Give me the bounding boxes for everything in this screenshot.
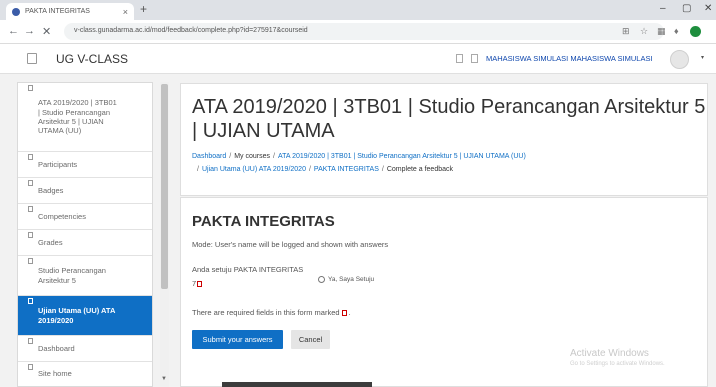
sidebar-item-studio[interactable]: Studio Perancangan Arsitektur 5 — [18, 256, 152, 296]
home-icon — [28, 364, 33, 370]
required-note: There are required fields in this form m… — [192, 308, 351, 317]
cancel-button[interactable]: Cancel — [291, 330, 330, 349]
folder-icon — [28, 298, 33, 304]
users-icon — [28, 154, 33, 160]
user-name[interactable]: MAHASISWA SIMULASI MAHASISWA SIMULASI — [486, 54, 653, 63]
forward-icon[interactable]: → — [24, 25, 35, 37]
sidebar-item-label: Site home — [38, 369, 72, 379]
favicon-icon — [12, 7, 20, 16]
minimize-icon[interactable]: – — [660, 3, 666, 14]
url-field[interactable]: v-class.gunadarma.ac.id/mod/feedback/com… — [64, 23, 664, 40]
agree-radio-label: Ya, Saya Setuju — [328, 276, 375, 283]
extension-icon[interactable]: ▦ — [657, 26, 666, 37]
sidebar-item-label: ATA 2019/2020 | 3TB01 | Studio Perancang… — [38, 98, 117, 136]
sidebar-item-ujian-utama[interactable]: Ujian Utama (UU) ATA 2019/2020 — [18, 296, 152, 336]
question-label: Anda setuju PAKTA INTEGRITAS — [192, 265, 304, 274]
required-icon — [341, 310, 347, 317]
new-tab-button[interactable]: + — [140, 2, 147, 16]
submit-button[interactable]: Submit your answers — [192, 330, 283, 349]
breadcrumb-separator: / — [273, 153, 275, 160]
sidebar-item-participants[interactable]: Participants — [18, 152, 152, 178]
avatar[interactable] — [670, 50, 689, 69]
profile-icon[interactable] — [690, 26, 701, 37]
site-brand[interactable]: UG V-CLASS — [56, 52, 128, 66]
puzzle-icon[interactable]: ♦ — [674, 26, 679, 36]
drawer-scrollbar-thumb[interactable] — [161, 84, 168, 289]
breadcrumb: Dashboard / My courses / ATA 2019/2020 | 3TB… — [192, 153, 526, 160]
dashboard-icon — [28, 338, 33, 344]
required-note-text: There are required fields in this form m… — [192, 308, 340, 317]
translate-icon[interactable]: ⊞ — [622, 26, 630, 37]
breadcrumb-current: Complete a feedback — [386, 166, 453, 173]
breadcrumb-separator: / — [308, 166, 311, 173]
window-close-icon[interactable]: ✕ — [704, 3, 712, 14]
breadcrumb-section[interactable]: Ujian Utama (UU) ATA 2019/2020 — [202, 166, 306, 173]
sidebar-item-label: Participants — [38, 159, 78, 169]
checklist-icon — [28, 206, 33, 212]
notifications-icon[interactable] — [456, 54, 463, 63]
breadcrumb-course[interactable]: ATA 2019/2020 | 3TB01 | Studio Perancang… — [278, 153, 526, 160]
sidebar-item-dashboard[interactable]: Dashboard — [18, 336, 152, 362]
folder-icon — [28, 258, 33, 264]
form-title: PAKTA INTEGRITAS — [192, 213, 335, 230]
sidebar-item-grades[interactable]: Grades — [18, 230, 152, 256]
breadcrumb-separator: / — [197, 166, 199, 173]
nav-list: ATA 2019/2020 | 3TB01 | Studio Perancang… — [17, 82, 153, 387]
question-number: 7 — [192, 279, 203, 288]
tab-close-icon[interactable]: × — [123, 7, 128, 17]
page-title: ATA 2019/2020 | 3TB01 | Studio Perancang… — [192, 96, 706, 142]
taskbar-strip — [222, 382, 372, 387]
mode-text: Mode: User's name will be logged and sho… — [192, 240, 389, 249]
required-note-end: . — [348, 308, 351, 317]
browser-tabstrip: PAKTA INTEGRITAS × + – ▢ ✕ — [0, 0, 716, 20]
browser-tab[interactable]: PAKTA INTEGRITAS × — [6, 3, 134, 20]
sidebar-item-label: Dashboard — [38, 343, 75, 353]
address-bar-row: ← → ✕ v-class.gunadarma.ac.id/mod/feedba… — [0, 20, 716, 44]
reload-stop-icon[interactable]: ✕ — [42, 25, 51, 38]
required-icon — [197, 281, 203, 288]
breadcrumb-line-2: / Ujian Utama (UU) ATA 2019/2020/PAKTA IN… — [197, 166, 453, 173]
badge-icon — [28, 180, 33, 186]
agree-option[interactable]: Ya, Saya Setuju — [318, 276, 374, 283]
bookmark-star-icon[interactable]: ☆ — [640, 26, 648, 37]
chevron-down-icon[interactable]: ▾ — [701, 54, 704, 61]
tab-title: PAKTA INTEGRITAS — [25, 8, 90, 15]
sidebar-item-course[interactable]: ATA 2019/2020 | 3TB01 | Studio Perancang… — [18, 83, 152, 152]
course-icon — [28, 85, 33, 91]
breadcrumb-dashboard[interactable]: Dashboard — [192, 153, 226, 160]
sidebar-item-site-home[interactable]: Site home — [18, 362, 152, 386]
scroll-down-icon[interactable]: ▼ — [161, 376, 167, 382]
grades-icon — [28, 232, 33, 238]
sidebar-item-label: Ujian Utama (UU) ATA 2019/2020 — [38, 306, 116, 325]
sidebar-item-label: Grades — [38, 237, 63, 247]
sidebar-item-label: Studio Perancangan Arsitektur 5 — [38, 266, 106, 285]
drawer-toggle-icon[interactable] — [27, 53, 37, 64]
activation-watermark-subtitle: Go to Settings to activate Windows. — [570, 361, 665, 367]
question-number-text: 7 — [192, 279, 197, 288]
breadcrumb-separator: / — [229, 153, 232, 160]
sidebar-item-label: Competencies — [38, 211, 86, 221]
sidebar-item-label: Badges — [38, 185, 64, 195]
sidebar-item-competencies[interactable]: Competencies — [18, 204, 152, 230]
site-header: UG V-CLASS MAHASISWA SIMULASI MAHASISWA … — [0, 44, 716, 74]
back-icon[interactable]: ← — [8, 25, 19, 37]
agree-radio[interactable] — [318, 276, 325, 283]
activation-watermark-title: Activate Windows — [570, 348, 649, 359]
maximize-icon[interactable]: ▢ — [682, 3, 691, 14]
breadcrumb-my-courses[interactable]: My courses — [234, 153, 270, 160]
sidebar-item-badges[interactable]: Badges — [18, 178, 152, 204]
breadcrumb-activity[interactable]: PAKTA INTEGRITAS — [314, 166, 379, 173]
breadcrumb-separator: / — [381, 166, 384, 173]
messages-icon[interactable] — [471, 54, 478, 63]
